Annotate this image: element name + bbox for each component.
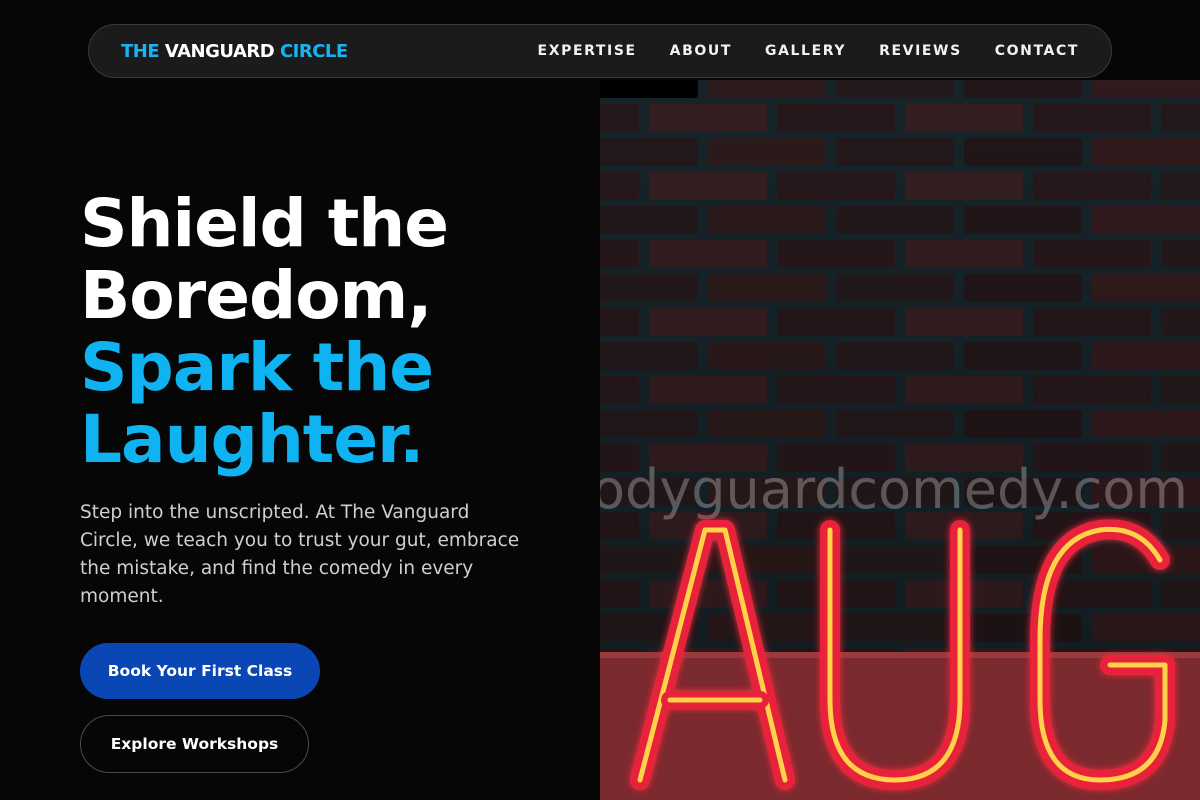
nav-link-expertise[interactable]: EXPERTISE xyxy=(538,43,637,59)
watermark-text: odyguardcomedy.com xyxy=(600,458,1188,521)
brand-part-circle: CIRCLE xyxy=(279,40,348,62)
headline-line-3: Spark the xyxy=(80,329,434,406)
hero-image: odyguardcomedy.com xyxy=(600,80,1200,800)
hero-description: Step into the unscripted. At The Vanguar… xyxy=(80,502,520,607)
navbar: THE VANGUARD CIRCLE EXPERTISE ABOUT GALL… xyxy=(88,24,1112,78)
book-first-class-button[interactable]: Book Your First Class xyxy=(80,643,320,699)
headline-line-4: Laughter. xyxy=(80,401,424,478)
nav-links: EXPERTISE ABOUT GALLERY REVIEWS CONTACT xyxy=(538,43,1079,59)
brand-part-vanguard: VANGUARD xyxy=(164,40,280,62)
headline-line-1: Shield the xyxy=(80,185,449,262)
brand-logo[interactable]: THE VANGUARD CIRCLE xyxy=(121,41,348,62)
nav-link-reviews[interactable]: REVIEWS xyxy=(879,43,962,59)
brand-part-the: THE xyxy=(121,40,165,62)
nav-link-contact[interactable]: CONTACT xyxy=(995,43,1079,59)
explore-workshops-button[interactable]: Explore Workshops xyxy=(80,715,309,773)
hero-headline: Shield the Boredom, Spark the Laughter. xyxy=(80,185,449,478)
nav-link-gallery[interactable]: GALLERY xyxy=(765,43,846,59)
headline-line-2: Boredom, xyxy=(80,257,432,334)
brick-wall-photo: odyguardcomedy.com xyxy=(600,80,1200,800)
nav-link-about[interactable]: ABOUT xyxy=(670,43,732,59)
